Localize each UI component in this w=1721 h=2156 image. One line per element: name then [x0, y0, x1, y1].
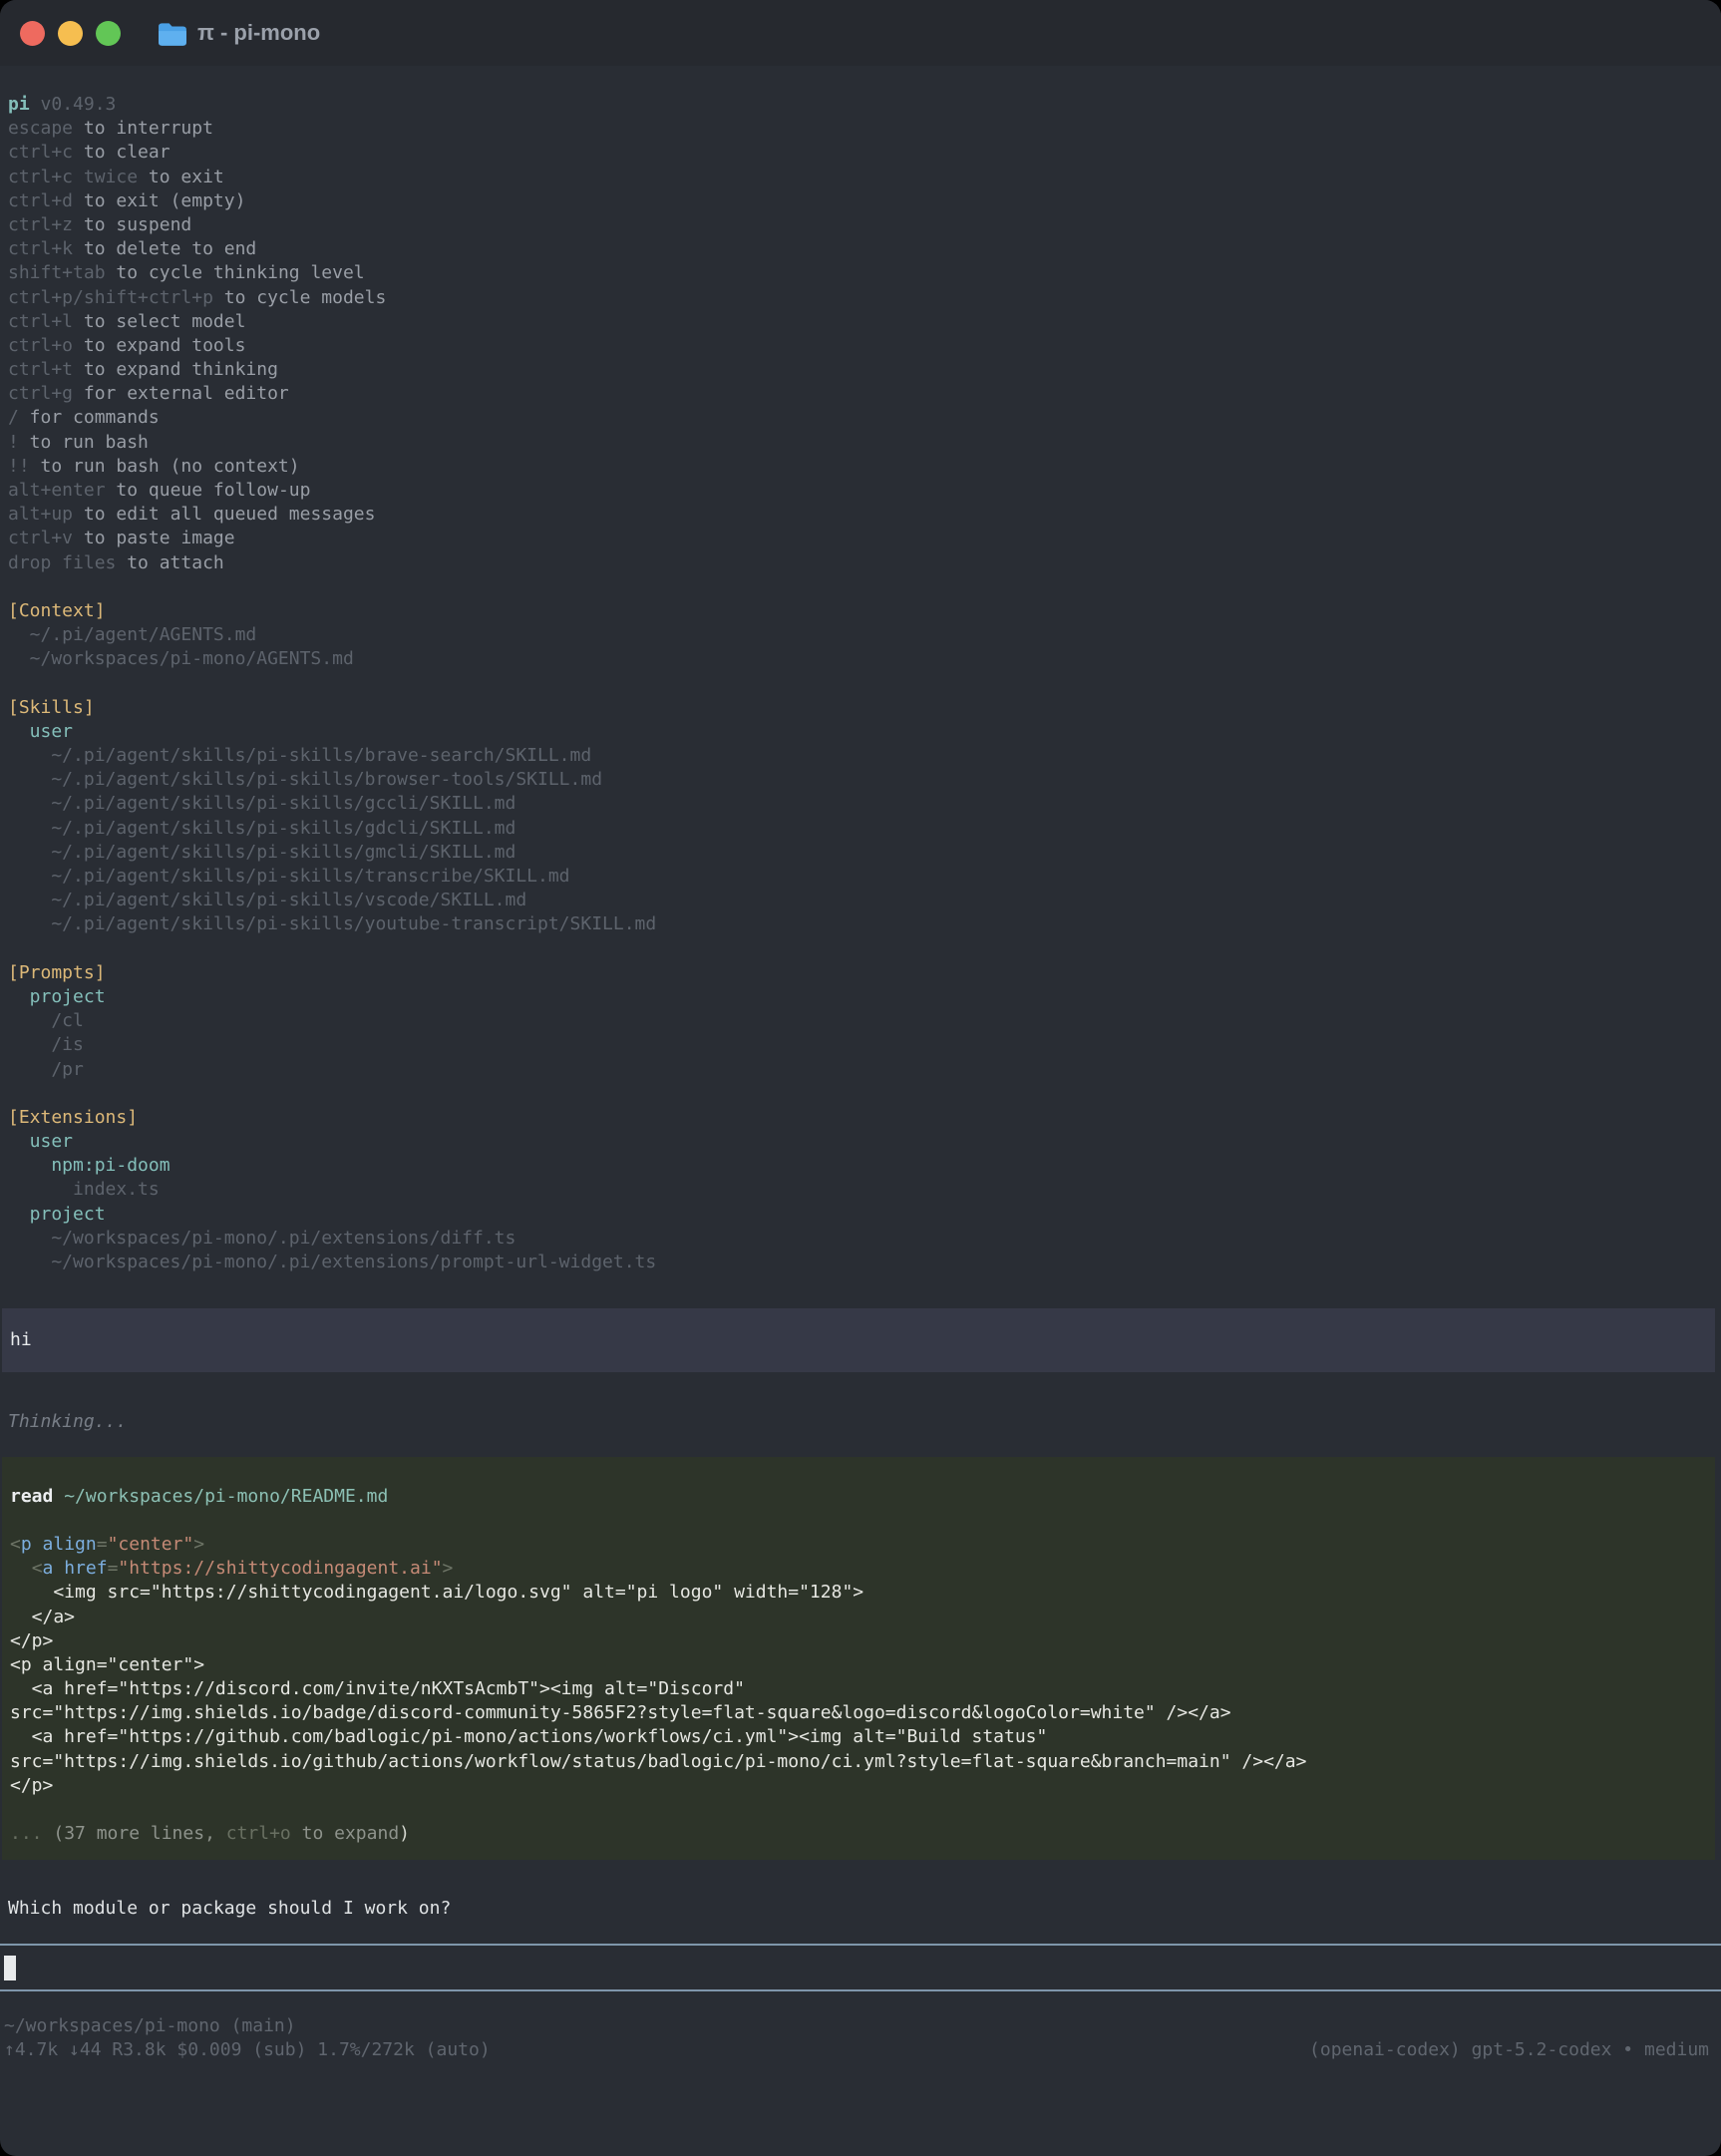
terminal-line [10, 1798, 1707, 1822]
user-message-text: hi [10, 1328, 1707, 1352]
thinking-indicator: Thinking... [8, 1410, 1715, 1434]
terminal-line: ctrl+o to expand tools [8, 334, 1715, 358]
terminal-line: project [8, 1203, 1715, 1227]
terminal-line: <p align="center"> [10, 1533, 1707, 1557]
terminal-line: <a href="https://discord.com/invite/nKXT… [10, 1677, 1707, 1701]
terminal-line: ctrl+t to expand thinking [8, 358, 1715, 382]
terminal-line: /cl [8, 1009, 1715, 1033]
terminal-line: drop files to attach [8, 551, 1715, 575]
terminal-line: ctrl+z to suspend [8, 213, 1715, 237]
terminal-line: ... (37 more lines, ctrl+o to expand) [10, 1822, 1707, 1846]
terminal-line: </p> [10, 1774, 1707, 1798]
status-token-usage: ↑4.7k ↓44 R3.8k $0.009 (sub) 1.7%/272k (… [4, 2038, 491, 2062]
prompt-input[interactable] [0, 1944, 1721, 1991]
terminal-line: ~/.pi/agent/skills/pi-skills/gmcli/SKILL… [8, 841, 1715, 865]
terminal-line: shift+tab to cycle thinking level [8, 261, 1715, 285]
terminal-line: ~/.pi/agent/skills/pi-skills/gccli/SKILL… [8, 792, 1715, 816]
terminal-line: user [8, 720, 1715, 744]
terminal-line: src="https://img.shields.io/badge/discor… [10, 1701, 1707, 1725]
terminal-output: pi v0.49.3escape to interruptctrl+c to c… [0, 0, 1721, 2156]
terminal-line: pi v0.49.3 [8, 93, 1715, 117]
terminal-line: ctrl+d to exit (empty) [8, 189, 1715, 213]
terminal-line: <a href="https://github.com/badlogic/pi-… [10, 1725, 1707, 1749]
terminal-line: escape to interrupt [8, 117, 1715, 141]
tool-call-box: read ~/workspaces/pi-mono/README.md <p a… [2, 1457, 1715, 1861]
terminal-line: project [8, 985, 1715, 1009]
terminal-line: [Prompts] [8, 961, 1715, 985]
terminal-line: <p align="center"> [10, 1653, 1707, 1677]
terminal-line: </a> [10, 1606, 1707, 1629]
terminal-line: ~/.pi/agent/skills/pi-skills/transcribe/… [8, 865, 1715, 889]
terminal-line: npm:pi-doom [8, 1154, 1715, 1178]
assistant-message: Which module or package should I work on… [8, 1897, 1715, 1921]
terminal-line: ~/.pi/agent/skills/pi-skills/youtube-tra… [8, 912, 1715, 936]
terminal-line: [Context] [8, 599, 1715, 623]
terminal-line: ctrl+c twice to exit [8, 166, 1715, 189]
terminal-line: ctrl+c to clear [8, 141, 1715, 165]
terminal-line: ctrl+g for external editor [8, 382, 1715, 406]
terminal-line [8, 575, 1715, 599]
text-cursor [4, 1956, 16, 1980]
terminal-line: ctrl+k to delete to end [8, 237, 1715, 261]
status-cwd-branch: ~/workspaces/pi-mono (main) [4, 2014, 1715, 2038]
terminal-line: index.ts [8, 1178, 1715, 1202]
terminal-line: ctrl+v to paste image [8, 527, 1715, 550]
terminal-line: ~/.pi/agent/skills/pi-skills/vscode/SKIL… [8, 889, 1715, 912]
terminal-line [10, 1509, 1707, 1533]
terminal-window: π - pi-mono pi v0.49.3escape to interrup… [0, 0, 1721, 2156]
terminal-line: ctrl+p/shift+ctrl+p to cycle models [8, 286, 1715, 310]
terminal-line: alt+enter to queue follow-up [8, 479, 1715, 503]
terminal-line: <a href="https://shittycodingagent.ai"> [10, 1557, 1707, 1581]
session-info: pi v0.49.3escape to interruptctrl+c to c… [8, 93, 1715, 1274]
terminal-line: ~/.pi/agent/skills/pi-skills/gdcli/SKILL… [8, 817, 1715, 841]
terminal-line: / for commands [8, 406, 1715, 430]
terminal-line [8, 937, 1715, 961]
terminal-line: ~/workspaces/pi-mono/.pi/extensions/prom… [8, 1251, 1715, 1274]
terminal-line: /pr [8, 1058, 1715, 1082]
terminal-line: <img src="https://shittycodingagent.ai/l… [10, 1581, 1707, 1605]
terminal-line: ~/workspaces/pi-mono/.pi/extensions/diff… [8, 1227, 1715, 1251]
terminal-line: ~/.pi/agent/AGENTS.md [8, 623, 1715, 647]
terminal-line [8, 1082, 1715, 1106]
terminal-line: [Extensions] [8, 1106, 1715, 1130]
status-bar: ~/workspaces/pi-mono (main) ↑4.7k ↓44 R3… [4, 2014, 1715, 2062]
terminal-line: alt+up to edit all queued messages [8, 503, 1715, 527]
terminal-line: user [8, 1130, 1715, 1154]
user-message-box: hi [2, 1308, 1715, 1372]
terminal-line [8, 672, 1715, 696]
terminal-line: ~/.pi/agent/skills/pi-skills/browser-too… [8, 768, 1715, 792]
terminal-line: ! to run bash [8, 431, 1715, 455]
terminal-line: </p> [10, 1629, 1707, 1653]
terminal-line: ctrl+l to select model [8, 310, 1715, 334]
terminal-line: ~/.pi/agent/skills/pi-skills/brave-searc… [8, 744, 1715, 768]
terminal-line: /is [8, 1033, 1715, 1057]
terminal-line: src="https://img.shields.io/github/actio… [10, 1750, 1707, 1774]
terminal-line: read ~/workspaces/pi-mono/README.md [10, 1485, 1707, 1509]
status-model: (openai-codex) gpt-5.2-codex • medium [1309, 2038, 1709, 2062]
terminal-line: ~/workspaces/pi-mono/AGENTS.md [8, 647, 1715, 671]
terminal-line: !! to run bash (no context) [8, 455, 1715, 479]
terminal-line: [Skills] [8, 696, 1715, 720]
